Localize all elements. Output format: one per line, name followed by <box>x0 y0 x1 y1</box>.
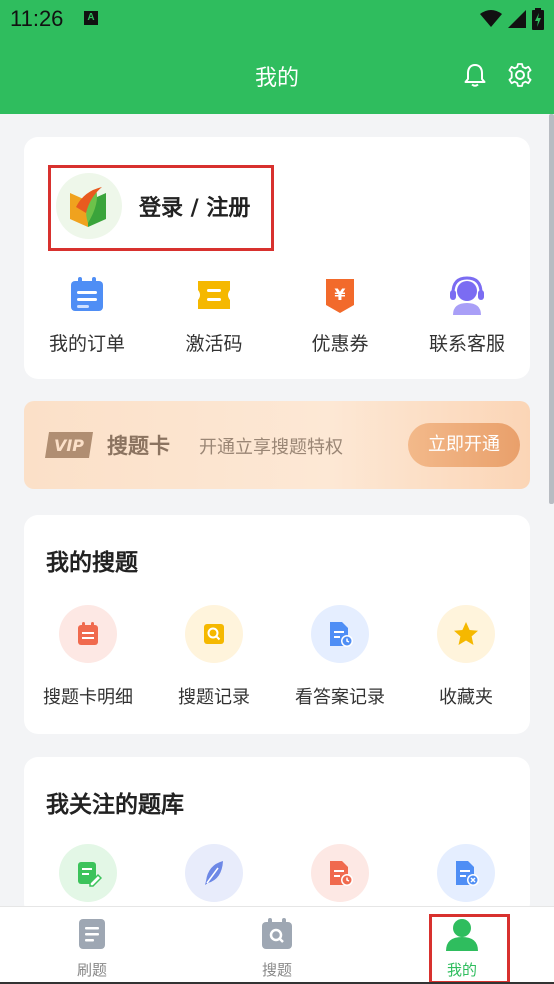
ticket-icon <box>198 281 230 309</box>
quick-actions: 我的订单 激活码 ¥ 优惠券 联系客服 <box>24 275 530 355</box>
signal-icon <box>508 10 526 28</box>
vip-title: 搜题卡 <box>107 434 170 458</box>
followed-bank-item[interactable] <box>151 844 277 902</box>
battery-icon <box>532 8 544 30</box>
customer-service-label: 联系客服 <box>428 333 505 355</box>
bottom-tab-bar: 刷题 搜题 我的 <box>0 906 554 984</box>
gear-icon[interactable] <box>507 62 533 88</box>
tab-practice[interactable]: 刷题 <box>0 907 184 984</box>
login-register-button[interactable]: 登录 / 注册 <box>48 165 274 251</box>
tab-practice-label: 刷题 <box>76 961 107 979</box>
followed-bank-item[interactable] <box>25 844 151 902</box>
order-clipboard-icon <box>71 277 103 311</box>
status-icons <box>480 8 544 30</box>
status-time: 11:26 <box>10 6 64 31</box>
search-card-detail-button[interactable]: 搜题卡明细 <box>25 605 151 709</box>
wifi-icon <box>480 10 502 27</box>
search-record-icon <box>185 605 243 663</box>
search-record-label: 搜题记录 <box>178 687 250 708</box>
app-logo <box>56 173 122 239</box>
followed-bank-item[interactable] <box>277 844 403 902</box>
coupon-yen-icon: ¥ <box>326 279 354 313</box>
activation-code-button[interactable]: 激活码 <box>151 275 277 356</box>
answer-history-label: 看答案记录 <box>295 687 385 708</box>
doc-clock-icon <box>311 844 369 902</box>
app-logo-icon <box>70 187 106 227</box>
search-doc-icon <box>262 918 292 949</box>
scrollbar[interactable] <box>549 114 554 504</box>
login-register-label: 登录 / 注册 <box>139 196 251 221</box>
practice-doc-icon <box>79 919 105 949</box>
favorites-button[interactable]: 收藏夹 <box>403 605 529 709</box>
coupon-label: 优惠券 <box>311 333 369 355</box>
tab-search-label: 搜题 <box>261 961 292 979</box>
my-orders-button[interactable]: 我的订单 <box>24 275 150 356</box>
star-icon <box>437 605 495 663</box>
followed-bank-item[interactable] <box>403 844 529 902</box>
doc-remove-icon <box>437 844 495 902</box>
notification-badge: A <box>84 11 98 25</box>
svg-text:¥: ¥ <box>334 285 345 304</box>
my-search-title: 我的搜题 <box>46 550 138 576</box>
vip-banner[interactable]: VIP 搜题卡 开通立享搜题特权 立即开通 <box>24 401 530 489</box>
my-search-card: 我的搜题 搜题卡明细 搜题记录 看答案记录 收藏夹 <box>24 515 530 734</box>
followed-banks-card: 我关注的题库 <box>24 757 530 917</box>
status-bar: 11:26 A <box>0 0 554 38</box>
account-card: 登录 / 注册 我的订单 激活码 ¥ 优惠券 联系客服 <box>24 137 530 379</box>
tab-search[interactable]: 搜题 <box>185 907 369 984</box>
customer-service-button[interactable]: 联系客服 <box>404 275 530 356</box>
search-card-detail-label: 搜题卡明细 <box>43 687 133 708</box>
headset-support-icon <box>450 276 484 315</box>
bell-icon[interactable] <box>462 62 488 88</box>
feather-icon <box>185 844 243 902</box>
answer-history-icon <box>311 605 369 663</box>
header-bar: 我的 <box>0 38 554 114</box>
my-orders-label: 我的订单 <box>48 333 125 355</box>
svg-text:VIP: VIP <box>54 436 84 455</box>
followed-banks-title: 我关注的题库 <box>46 792 184 818</box>
vip-description: 开通立享搜题特权 <box>199 437 343 458</box>
coupon-button[interactable]: ¥ 优惠券 <box>277 275 403 356</box>
answer-history-button[interactable]: 看答案记录 <box>277 605 403 709</box>
search-record-button[interactable]: 搜题记录 <box>151 605 277 709</box>
vip-badge-icon: VIP <box>45 432 93 458</box>
activation-code-label: 激活码 <box>185 333 243 355</box>
list-note-icon <box>59 605 117 663</box>
favorites-label: 收藏夹 <box>439 687 493 708</box>
active-tab-highlight <box>429 914 510 984</box>
vip-activate-button[interactable]: 立即开通 <box>408 423 520 467</box>
edit-doc-icon <box>59 844 117 902</box>
